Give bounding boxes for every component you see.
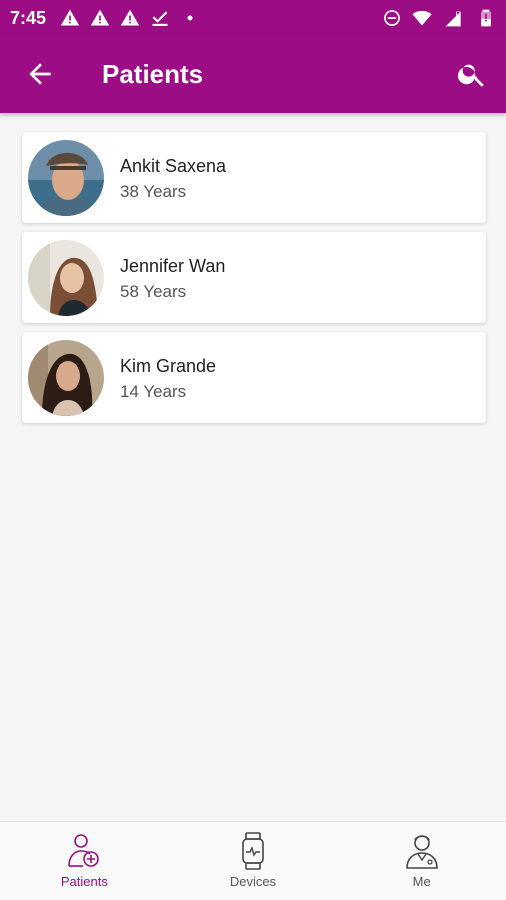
status-bar: 7:45 R xyxy=(0,0,506,36)
warning-icon xyxy=(60,9,80,26)
signal-icon: R xyxy=(445,9,462,27)
app-bar: Patients xyxy=(0,36,506,113)
nav-label-me: Me xyxy=(412,874,431,889)
nav-label-devices: Devices xyxy=(229,874,277,889)
nav-item-devices[interactable]: Devices xyxy=(169,822,338,900)
doctor-icon xyxy=(405,835,438,869)
roaming-label: R xyxy=(456,9,462,18)
search-icon[interactable] xyxy=(456,58,488,90)
page-title: Patients xyxy=(102,59,204,89)
warning-icon xyxy=(120,9,140,26)
download-done-icon xyxy=(152,11,168,26)
nav-item-me[interactable]: Me xyxy=(337,822,506,900)
smartwatch-icon xyxy=(242,832,264,870)
battery-icon xyxy=(481,9,491,27)
patient-icon xyxy=(68,834,100,867)
nav-label-patients: Patients xyxy=(60,874,108,889)
patient-age: 38 Years xyxy=(120,182,187,201)
patient-name: Ankit Saxena xyxy=(120,156,227,176)
patient-list: Ankit Saxena 38 Years Jennifer Wan 58 Ye… xyxy=(22,132,486,432)
patient-age: 14 Years xyxy=(120,382,187,401)
dot-icon xyxy=(187,15,193,21)
patient-avatar xyxy=(28,140,104,216)
bottom-navigation: Patients Devices Me xyxy=(0,821,506,900)
status-right-icons: R xyxy=(382,8,496,28)
do-not-disturb-icon xyxy=(384,10,400,26)
back-arrow-icon[interactable] xyxy=(24,58,56,90)
status-time: 7:45 xyxy=(10,7,47,28)
status-left-icons xyxy=(60,8,200,28)
patient-avatar xyxy=(28,240,104,316)
patient-name: Jennifer Wan xyxy=(120,256,226,276)
patient-card[interactable]: Ankit Saxena 38 Years xyxy=(22,132,486,223)
patient-name: Kim Grande xyxy=(120,356,217,376)
warning-icon xyxy=(90,9,110,26)
wifi-icon xyxy=(412,10,432,26)
patient-avatar xyxy=(28,340,104,416)
patient-age: 58 Years xyxy=(120,282,187,301)
patient-card[interactable]: Jennifer Wan 58 Years xyxy=(22,232,486,323)
nav-item-patients[interactable]: Patients xyxy=(0,822,169,900)
patient-card[interactable]: Kim Grande 14 Years xyxy=(22,332,486,423)
